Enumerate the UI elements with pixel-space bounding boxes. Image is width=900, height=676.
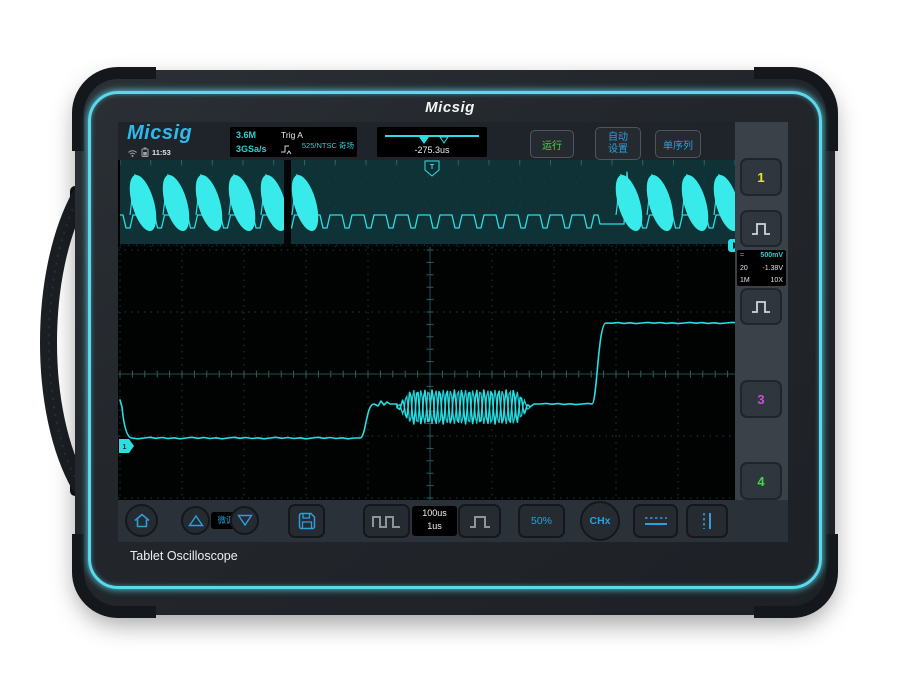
single-seq-button[interactable]: 单序列 bbox=[655, 130, 701, 158]
input-impedance: 1M bbox=[740, 277, 750, 284]
autoset-line1: 自动 bbox=[608, 132, 628, 144]
ground-level-marker[interactable]: 1 bbox=[119, 439, 134, 453]
wifi-icon bbox=[127, 148, 138, 157]
trigger-source: Trig A bbox=[281, 130, 303, 140]
trigger-type: 525/NTSC 奇场 bbox=[302, 140, 354, 151]
trigger-level-down-button[interactable] bbox=[740, 288, 782, 325]
bandwidth-limit: 20 bbox=[740, 265, 748, 272]
main-timebase-button[interactable] bbox=[458, 504, 501, 538]
clock: 11:53 bbox=[152, 148, 171, 157]
adjust-down-button[interactable] bbox=[230, 506, 259, 535]
vertical-cursor-icon bbox=[697, 511, 717, 531]
single-pulse-icon bbox=[468, 513, 492, 529]
trigger-marker-filled-icon bbox=[419, 137, 429, 144]
pulse-icon bbox=[750, 299, 772, 314]
horizontal-cursor-icon bbox=[642, 514, 670, 528]
trigger-delay-readout: -275.3us bbox=[377, 145, 487, 155]
probe-ratio: 10X bbox=[771, 277, 783, 284]
screen-logo: Micsig bbox=[127, 122, 192, 145]
home-icon bbox=[133, 512, 151, 529]
channel-4-button[interactable]: 4 bbox=[740, 462, 782, 500]
main-waveform-area[interactable]: 1 bbox=[118, 247, 735, 500]
triangle-up-icon bbox=[188, 514, 204, 527]
product-photo: { "bezel": { "brand": "Micsig", "model":… bbox=[0, 0, 900, 676]
top-status-bar: Micsig 11:53 3.6M 正常 3GSa/s Trig bbox=[118, 122, 735, 160]
run-stop-button[interactable]: 运行 bbox=[530, 130, 574, 158]
double-pulse-icon bbox=[371, 513, 402, 529]
horizontal-cursor-button[interactable] bbox=[633, 504, 678, 538]
timebase-readout[interactable]: 100us 1us bbox=[412, 506, 457, 536]
volts-per-div: 500mV bbox=[760, 252, 783, 259]
trigger-info-box[interactable]: Trig A 525/NTSC 奇场 bbox=[275, 127, 357, 157]
coupling-icon: = bbox=[740, 252, 744, 259]
home-button[interactable] bbox=[125, 504, 158, 537]
bezel-brand-logo: Micsig bbox=[0, 99, 900, 116]
battery-icon bbox=[141, 147, 149, 157]
zoom-timebase-button[interactable] bbox=[363, 504, 410, 538]
horizontal-position-box[interactable]: -275.3us bbox=[377, 127, 487, 157]
svg-text:1: 1 bbox=[123, 444, 127, 451]
channel-sidebar: 1 = 500mV 20 -1.38V 1M 10X bbox=[735, 122, 788, 500]
timebase-main: 100us bbox=[412, 507, 457, 520]
timebase-zoom: 1us bbox=[412, 520, 457, 533]
oscilloscope-screen: Micsig 11:53 3.6M 正常 3GSa/s Trig bbox=[118, 122, 788, 542]
trigger-position-marker[interactable]: T bbox=[425, 161, 439, 176]
triangle-down-icon bbox=[237, 514, 253, 527]
waveform-overview-strip[interactable]: T bbox=[120, 160, 735, 247]
channel-1-button[interactable]: 1 bbox=[740, 158, 782, 196]
autoset-button[interactable]: 自动 设置 bbox=[595, 127, 641, 160]
channel-3-button[interactable]: 3 bbox=[740, 380, 782, 418]
bezel-model-label: Tablet Oscilloscope bbox=[130, 549, 238, 563]
channel-select-button[interactable]: CHx bbox=[580, 501, 620, 541]
svg-text:T: T bbox=[430, 164, 435, 171]
pulse-icon bbox=[750, 221, 772, 236]
trigger-slope-icon bbox=[280, 143, 296, 155]
adjust-up-button[interactable] bbox=[181, 506, 210, 535]
channel-offset: -1.38V bbox=[762, 265, 783, 272]
autoset-line2: 设置 bbox=[608, 144, 628, 156]
save-icon bbox=[297, 511, 317, 531]
zoom-window-divider[interactable] bbox=[284, 160, 291, 247]
save-button[interactable] bbox=[288, 504, 325, 538]
status-row: 11:53 bbox=[127, 147, 171, 157]
channel-info-readout[interactable]: = 500mV 20 -1.38V 1M 10X bbox=[737, 250, 786, 286]
vertical-cursor-button[interactable] bbox=[686, 504, 728, 538]
bottom-toolbar: 微调 100us 1us bbox=[118, 500, 788, 542]
fifty-percent-button[interactable]: 50% bbox=[518, 504, 565, 538]
trigger-level-up-button[interactable] bbox=[740, 210, 782, 247]
trigger-marker-hollow-icon bbox=[440, 137, 448, 143]
sample-rate: 3GSa/s bbox=[236, 144, 267, 154]
memory-depth: 3.6M bbox=[236, 130, 256, 140]
